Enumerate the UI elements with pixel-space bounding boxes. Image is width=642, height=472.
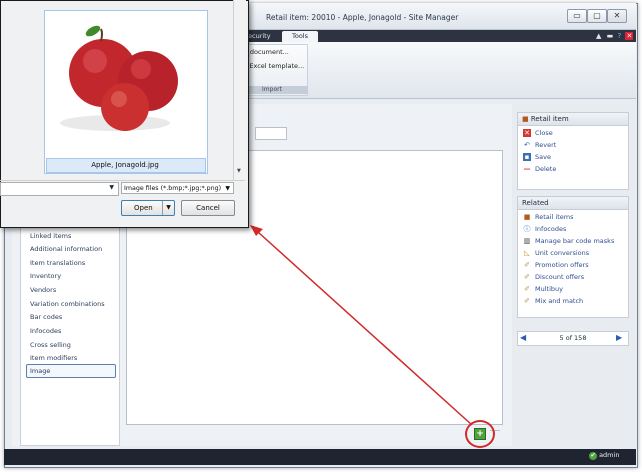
nav-item-infocodes[interactable]: Infocodes: [30, 327, 61, 335]
file-name-combobox[interactable]: ▼: [0, 182, 119, 196]
minimize-button[interactable]: ▭: [567, 9, 587, 23]
nav-item-additional-information[interactable]: Additional information: [30, 245, 102, 253]
promotion-icon: ✐: [524, 261, 530, 269]
nav-item-item-modifiers[interactable]: Item modifiers: [30, 354, 77, 362]
window-title: Retail item: 20010 - Apple, Jonagold - S…: [266, 13, 459, 22]
chevron-down-icon[interactable]: ▼: [109, 184, 114, 191]
close-label: Close: [535, 129, 553, 137]
menu-item-excel-template[interactable]: w Excel template...: [242, 62, 304, 70]
info-icon: ⓘ: [523, 225, 531, 233]
open-options-dropdown-icon[interactable]: ▼: [162, 201, 174, 215]
retail-item-icon: ■: [522, 115, 529, 123]
nav-item-item-translations[interactable]: Item translations: [30, 259, 85, 267]
scroll-down-icon[interactable]: ▼: [237, 168, 241, 174]
next-record-icon[interactable]: ▶: [616, 333, 622, 342]
chevron-down-icon[interactable]: ▼: [225, 183, 230, 195]
retail-items-label: Retail items: [535, 213, 574, 221]
user-status-icon: ✔: [589, 452, 597, 460]
window-close-button[interactable]: ✕: [607, 9, 627, 23]
user-indicator: ✔ admin: [589, 451, 619, 460]
nav-item-cross-selling[interactable]: Cross selling: [30, 341, 71, 349]
apple-image: [60, 25, 178, 131]
infocodes-label: Infocodes: [535, 225, 567, 233]
maximize-button[interactable]: ▢: [587, 9, 607, 23]
discount-icon: ✐: [524, 273, 530, 281]
display-icon[interactable]: ▬: [607, 32, 614, 40]
record-position: 5 of 158: [559, 334, 587, 342]
text-field[interactable]: [255, 127, 287, 140]
unit-conversion-icon: ◺: [524, 249, 530, 257]
dialog-scrollbar[interactable]: ▼: [233, 0, 246, 180]
collapse-ribbon-icon[interactable]: ▲: [596, 32, 601, 40]
barcode-icon: ▥: [523, 237, 531, 245]
save-icon: ▪: [523, 153, 531, 161]
nav-item-image[interactable]: Image: [30, 367, 50, 375]
retail-item-title: Retail item: [530, 115, 569, 123]
file-type-select[interactable]: Image files (*.bmp;*.jpg;*.png) ▼: [121, 182, 234, 194]
status-bar: [4, 449, 636, 465]
file-name-label[interactable]: Apple, Jonagold.jpg: [46, 161, 204, 169]
close-icon: ✕: [523, 129, 531, 137]
previous-record-icon[interactable]: ◀: [520, 333, 526, 342]
retail-items-icon: ■: [523, 213, 531, 221]
barcode-masks-label: Manage bar code masks: [535, 237, 615, 245]
retail-item-panel: ■ Retail item: [517, 112, 629, 190]
ribbon-close-icon[interactable]: ✕: [625, 32, 634, 40]
discount-offers-label: Discount offers: [535, 273, 585, 281]
user-name: admin: [599, 451, 620, 459]
nav-item-inventory[interactable]: Inventory: [30, 272, 61, 280]
ribbon-right-icons: ▲ ▬ ? ✕: [596, 31, 634, 42]
cancel-button[interactable]: Cancel: [181, 200, 235, 216]
multibuy-icon: ✐: [524, 285, 530, 293]
promotion-offers-label: Promotion offers: [535, 261, 589, 269]
revert-label: Revert: [535, 141, 557, 149]
retail-item-header: ■ Retail item: [518, 113, 628, 126]
tab-tools[interactable]: Tools: [282, 31, 318, 42]
highlight-circle: [465, 420, 495, 448]
help-icon[interactable]: ?: [617, 32, 621, 40]
file-type-value: Image files (*.bmp;*.jpg;*.png): [124, 185, 222, 192]
menu-item-document[interactable]: al document...: [242, 48, 289, 56]
related-header: Related: [518, 197, 628, 210]
nav-item-bar-codes[interactable]: Bar codes: [30, 313, 62, 321]
nav-item-variation-combinations[interactable]: Variation combinations: [30, 300, 105, 308]
nav-item-linked-items[interactable]: Linked items: [30, 232, 71, 240]
file-thumbnail[interactable]: [44, 10, 208, 174]
mix-and-match-label: Mix and match: [535, 297, 584, 305]
save-label: Save: [535, 153, 551, 161]
delete-label: Delete: [535, 165, 557, 173]
nav-item-vendors[interactable]: Vendors: [30, 286, 56, 294]
mix-match-icon: ✐: [524, 297, 530, 305]
revert-icon: ↶: [524, 141, 530, 149]
multibuy-label: Multibuy: [535, 285, 563, 293]
open-label: Open: [134, 204, 153, 212]
delete-icon: —: [523, 165, 531, 173]
unit-conversions-label: Unit conversions: [535, 249, 590, 257]
dialog-separator: [0, 180, 245, 181]
open-button[interactable]: Open ▼: [121, 200, 175, 216]
